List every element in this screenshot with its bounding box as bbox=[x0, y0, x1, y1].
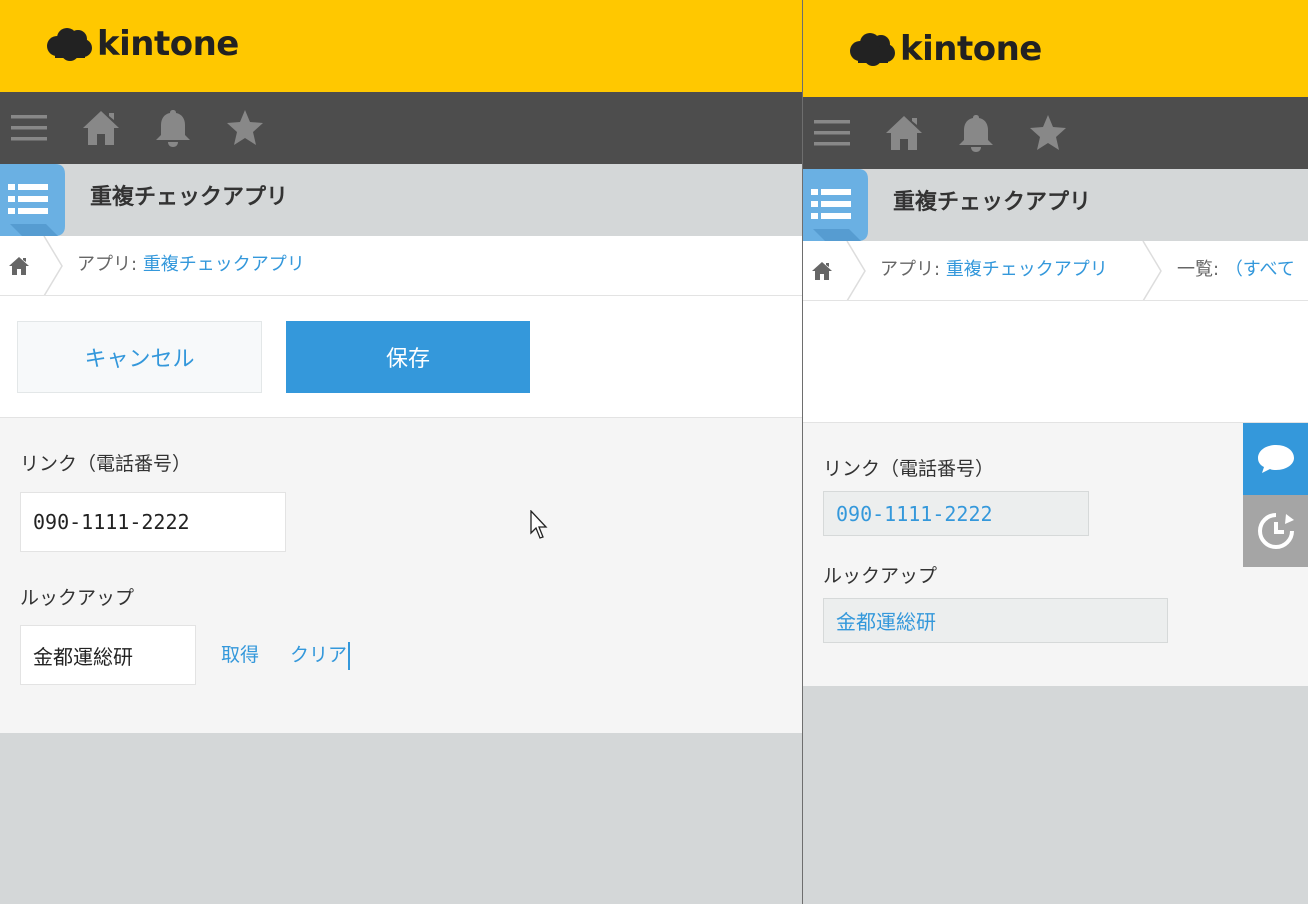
lookup-field-label: ルックアップ bbox=[20, 587, 135, 609]
global-nav bbox=[0, 92, 802, 164]
notification-bell-icon bbox=[156, 110, 190, 147]
breadcrumb: アプリ: 重複チェックアプリ bbox=[0, 236, 802, 296]
phone-input[interactable]: 090-1111-2222 bbox=[20, 492, 286, 552]
breadcrumb-view: 一覧: （すべて bbox=[1177, 241, 1295, 299]
history-button[interactable] bbox=[1243, 495, 1308, 567]
phone-link[interactable]: 090-1111-2222 bbox=[823, 491, 1089, 536]
breadcrumb-app-prefix: アプリ: bbox=[77, 254, 138, 275]
breadcrumb-app: アプリ: 重複チェックアプリ bbox=[77, 236, 305, 294]
notification-bell-icon bbox=[959, 115, 993, 152]
kintone-logo[interactable]: kintone bbox=[45, 24, 239, 64]
app-list-icon[interactable] bbox=[803, 169, 868, 241]
home-button[interactable] bbox=[79, 106, 123, 150]
save-button[interactable]: 保存 bbox=[286, 321, 530, 393]
home-icon bbox=[9, 257, 29, 275]
lookup-field-label: ルックアップ bbox=[823, 565, 938, 587]
favorite-star-icon bbox=[1030, 115, 1066, 150]
record-toolbar bbox=[803, 301, 1308, 423]
lookup-get-link[interactable]: 取得 bbox=[221, 640, 259, 667]
cloud-logo-icon bbox=[47, 28, 92, 61]
cloud-logo-icon bbox=[850, 33, 895, 66]
record-toolbar: キャンセル 保存 bbox=[0, 296, 802, 418]
home-icon bbox=[886, 116, 922, 150]
lookup-input[interactable]: 金都運総研 bbox=[20, 625, 196, 685]
header: kintone bbox=[803, 0, 1308, 97]
comment-button[interactable] bbox=[1243, 423, 1308, 495]
app-title: 重複チェックアプリ bbox=[893, 190, 1092, 215]
brand-name: kintone bbox=[97, 24, 239, 64]
menu-button[interactable] bbox=[7, 106, 51, 150]
record-detail-pane: kintone 重複チェックアプリ アプリ: 重複チェックアプリ 一覧: （すべ… bbox=[803, 0, 1308, 904]
breadcrumb-home[interactable] bbox=[811, 260, 833, 282]
record-form: リンク（電話番号） 090-1111-2222 ルックアップ 金都運総研 取得 … bbox=[0, 418, 802, 733]
breadcrumb-view-prefix: 一覧: bbox=[1177, 259, 1220, 280]
cancel-button[interactable]: キャンセル bbox=[17, 321, 262, 393]
app-bar: 重複チェックアプリ bbox=[0, 164, 802, 236]
breadcrumb-view-link[interactable]: （すべて bbox=[1225, 259, 1295, 280]
home-icon bbox=[83, 111, 119, 145]
breadcrumb-app-link[interactable]: 重複チェックアプリ bbox=[143, 254, 305, 275]
app-list-icon[interactable] bbox=[0, 164, 65, 236]
app-bar: 重複チェックアプリ bbox=[803, 169, 1308, 241]
header: kintone bbox=[0, 0, 802, 92]
history-icon bbox=[1257, 513, 1294, 549]
global-nav bbox=[803, 97, 1308, 169]
lookup-link[interactable]: 金都運総研 bbox=[823, 598, 1168, 643]
app-title: 重複チェックアプリ bbox=[90, 185, 289, 210]
breadcrumb-separator-icon bbox=[846, 241, 866, 300]
breadcrumb-home[interactable] bbox=[8, 255, 30, 277]
comment-icon bbox=[1257, 445, 1294, 473]
home-icon bbox=[812, 262, 832, 280]
menu-icon bbox=[11, 115, 47, 141]
menu-button[interactable] bbox=[810, 111, 854, 155]
breadcrumb-app-link[interactable]: 重複チェックアプリ bbox=[946, 259, 1108, 280]
lookup-clear-link[interactable]: クリア bbox=[290, 640, 351, 670]
notification-button[interactable] bbox=[954, 111, 998, 155]
breadcrumb-app-prefix: アプリ: bbox=[880, 259, 941, 280]
notification-button[interactable] bbox=[151, 106, 195, 150]
menu-icon bbox=[814, 120, 850, 146]
favorites-button[interactable] bbox=[223, 106, 267, 150]
breadcrumb: アプリ: 重複チェックアプリ 一覧: （すべて bbox=[803, 241, 1308, 301]
kintone-logo[interactable]: kintone bbox=[848, 29, 1042, 69]
brand-name: kintone bbox=[900, 29, 1042, 69]
edit-record-pane: kintone 重複チェックアプリ アプリ: 重複チェックアプリ キャンセル 保… bbox=[0, 0, 802, 904]
home-button[interactable] bbox=[882, 111, 926, 155]
mouse-pointer-icon bbox=[530, 510, 548, 539]
phone-field-label: リンク（電話番号） bbox=[823, 458, 995, 480]
favorites-button[interactable] bbox=[1026, 111, 1070, 155]
breadcrumb-separator-icon bbox=[1142, 241, 1162, 300]
phone-field-label: リンク（電話番号） bbox=[20, 453, 192, 475]
breadcrumb-separator-icon bbox=[43, 236, 63, 295]
breadcrumb-app: アプリ: 重複チェックアプリ bbox=[880, 241, 1108, 299]
favorite-star-icon bbox=[227, 110, 263, 145]
text-caret bbox=[348, 641, 351, 670]
lookup-clear-label: クリア bbox=[290, 644, 348, 666]
record-detail: リンク（電話番号） 090-1111-2222 ルックアップ 金都運総研 bbox=[803, 423, 1308, 686]
